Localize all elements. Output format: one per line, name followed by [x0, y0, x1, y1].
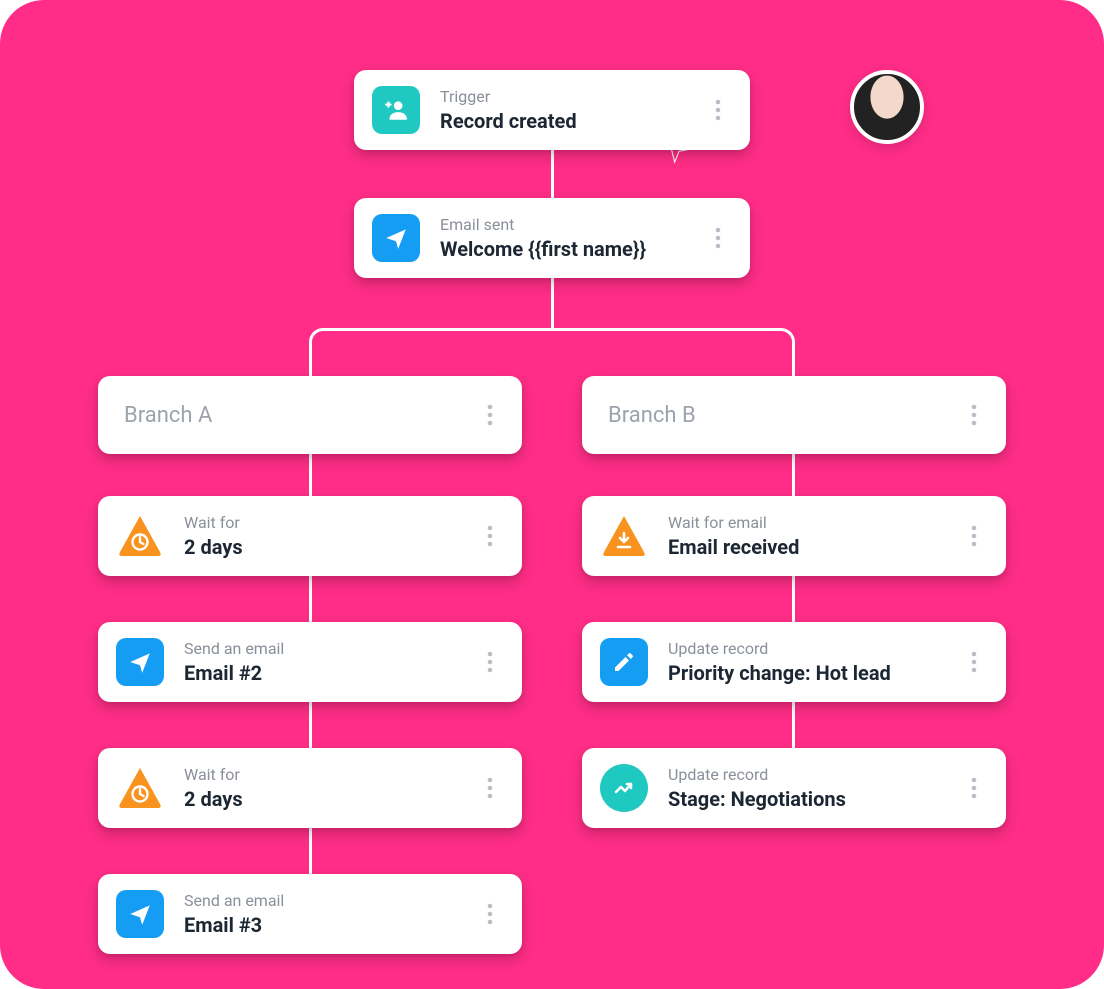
wait-clock-icon	[116, 764, 164, 812]
connector	[335, 328, 769, 331]
step-main: Stage: Negotiations	[668, 787, 960, 811]
wait-download-icon	[600, 512, 648, 560]
trend-icon	[600, 764, 648, 812]
step-sub: Send an email	[184, 891, 476, 910]
connector	[792, 452, 795, 498]
kebab-menu-icon[interactable]	[960, 525, 988, 547]
connector	[767, 328, 795, 356]
kebab-menu-icon[interactable]	[476, 777, 504, 799]
step-sub: Wait for	[184, 765, 476, 784]
step-sub: Send an email	[184, 639, 476, 658]
kebab-menu-icon[interactable]	[704, 99, 732, 121]
kebab-menu-icon[interactable]	[960, 651, 988, 673]
step-sub: Wait for email	[668, 513, 960, 532]
trigger-main: Record created	[440, 109, 704, 133]
connector	[309, 576, 312, 622]
kebab-menu-icon[interactable]	[476, 404, 504, 426]
step-sub: Update record	[668, 639, 960, 658]
send-icon	[372, 214, 420, 262]
connector	[551, 150, 554, 202]
b-step-wait-email[interactable]: Wait for email Email received	[582, 496, 1006, 576]
step-sub: Wait for	[184, 513, 476, 532]
connector	[792, 576, 795, 622]
connector	[309, 328, 337, 356]
kebab-menu-icon[interactable]	[476, 525, 504, 547]
b-step-update-priority[interactable]: Update record Priority change: Hot lead	[582, 622, 1006, 702]
email-sent-card[interactable]: Email sent Welcome {{first name}}	[354, 198, 750, 278]
a-step-email3[interactable]: Send an email Email #3	[98, 874, 522, 954]
kebab-menu-icon[interactable]	[960, 404, 988, 426]
step-main: Email #2	[184, 661, 476, 685]
step-main: Priority change: Hot lead	[668, 661, 960, 685]
kebab-menu-icon[interactable]	[476, 651, 504, 673]
connector	[309, 452, 312, 498]
step-sub: Update record	[668, 765, 960, 784]
kebab-menu-icon[interactable]	[476, 903, 504, 925]
branch-b-label: Branch B	[600, 403, 960, 428]
a-step-email2[interactable]: Send an email Email #2	[98, 622, 522, 702]
step-main: Email received	[668, 535, 960, 559]
branch-a-label: Branch A	[116, 403, 476, 428]
connector	[309, 702, 312, 748]
b-step-update-stage[interactable]: Update record Stage: Negotiations	[582, 748, 1006, 828]
connector	[309, 828, 312, 874]
kebab-menu-icon[interactable]	[960, 777, 988, 799]
step-main: 2 days	[184, 787, 476, 811]
branch-b-card[interactable]: Branch B	[582, 376, 1006, 454]
step-main: Email #3	[184, 913, 476, 937]
add-person-icon	[372, 86, 420, 134]
edit-icon	[600, 638, 648, 686]
trigger-card[interactable]: Trigger Record created	[354, 70, 750, 150]
step-main: 2 days	[184, 535, 476, 559]
a-step-wait1[interactable]: Wait for 2 days	[98, 496, 522, 576]
email-sent-main: Welcome {{first name}}	[440, 237, 704, 261]
connector	[551, 278, 554, 330]
trigger-sub: Trigger	[440, 87, 704, 106]
avatar	[850, 70, 924, 144]
send-icon	[116, 890, 164, 938]
branch-a-card[interactable]: Branch A	[98, 376, 522, 454]
a-step-wait2[interactable]: Wait for 2 days	[98, 748, 522, 828]
send-icon	[116, 638, 164, 686]
kebab-menu-icon[interactable]	[704, 227, 732, 249]
connector	[792, 702, 795, 748]
email-sent-sub: Email sent	[440, 215, 704, 234]
wait-clock-icon	[116, 512, 164, 560]
